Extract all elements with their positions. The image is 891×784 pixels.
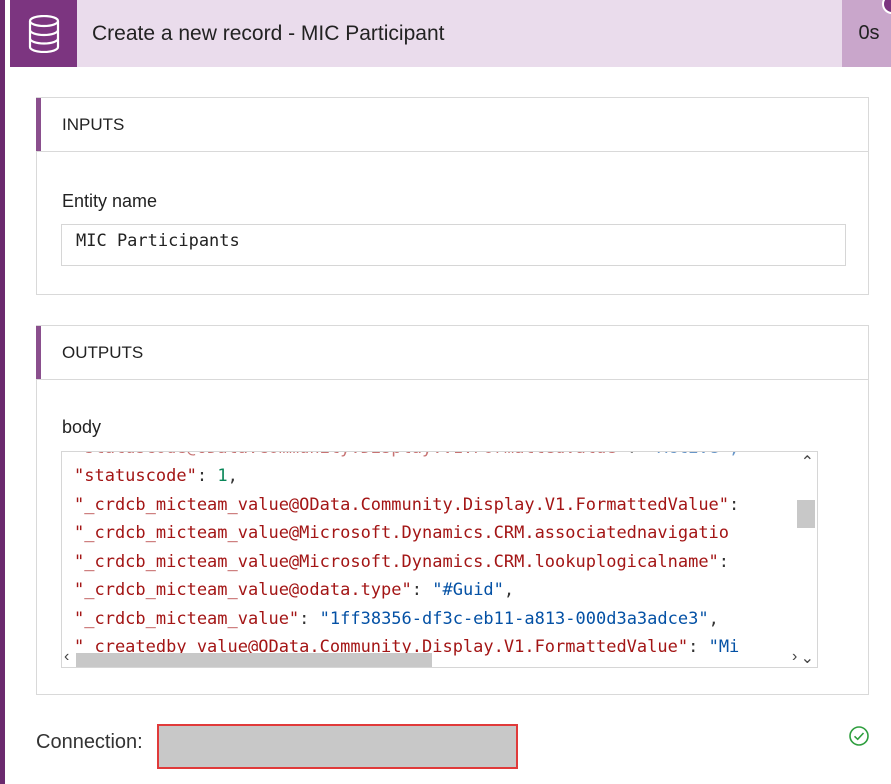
json-value: "Active", <box>647 452 739 458</box>
inputs-panel: INPUTS Entity name MIC Participants <box>36 97 869 295</box>
body-code-viewer[interactable]: "statuscode@OData.Community.Display.V1.F… <box>61 451 818 668</box>
scroll-left-icon[interactable]: ‹ <box>64 648 69 666</box>
connection-value-redacted[interactable] <box>157 724 518 769</box>
body-code-line: "_crdcb_micteam_value@Microsoft.Dynamics… <box>74 523 729 543</box>
json-key: "_crdcb_micteam_value@Microsoft.Dynamics… <box>74 523 730 543</box>
json-key: "_crdcb_micteam_value@OData.Community.Di… <box>74 495 730 515</box>
json-separator: : <box>718 552 730 572</box>
json-value: "Mi <box>708 637 740 657</box>
body-code-line: "statuscode": 1, <box>74 466 238 486</box>
json-separator: : <box>196 466 218 486</box>
action-header[interactable]: Create a new record - MIC Participant 0s <box>10 0 891 67</box>
vertical-scroll-thumb[interactable] <box>797 500 815 528</box>
inputs-title: INPUTS <box>62 115 125 134</box>
json-key: "_crdcb_micteam_value@Microsoft.Dynamics… <box>74 552 719 572</box>
body-code-line: "_crdcb_micteam_value@OData.Community.Di… <box>74 495 739 515</box>
json-separator: : <box>411 580 433 600</box>
json-key: "_crdcb_micteam_value@odata.type" <box>74 580 412 600</box>
body-code-line: "statuscode@OData.Community.Display.V1.F… <box>74 452 739 458</box>
outputs-panel: OUTPUTS body "statuscode@OData.Community… <box>36 325 869 695</box>
scroll-right-icon[interactable]: › <box>792 648 797 666</box>
json-separator: : <box>299 609 320 629</box>
action-card: Create a new record - MIC Participant 0s… <box>0 0 891 784</box>
json-key: "statuscode@OData.Community.Display.V1.F… <box>74 452 627 458</box>
json-value: "#Guid" <box>432 580 504 600</box>
inputs-header: INPUTS <box>36 98 868 152</box>
json-punctuation: , <box>227 466 238 486</box>
json-separator: : <box>627 452 647 458</box>
json-value: 1 <box>217 466 228 486</box>
json-key: "statuscode" <box>74 466 197 486</box>
database-icon <box>28 14 59 53</box>
outputs-title: OUTPUTS <box>62 343 144 362</box>
body-label: body <box>62 417 102 437</box>
json-value: "1ff38356-df3c-eb11-a813-000d3a3adce3" <box>319 609 709 629</box>
json-separator: : <box>729 495 740 515</box>
horizontal-scroll-thumb[interactable] <box>76 653 432 667</box>
entity-name-label: Entity name <box>62 191 158 211</box>
action-title: Create a new record - MIC Participant <box>92 22 445 45</box>
body-code-line: "_crdcb_micteam_value@Microsoft.Dynamics… <box>74 552 729 572</box>
section-accent <box>36 326 41 379</box>
json-punctuation: , <box>503 580 515 600</box>
json-punctuation: , <box>708 609 719 629</box>
outputs-header: OUTPUTS <box>36 326 868 380</box>
entity-name-value: MIC Participants <box>76 231 240 251</box>
connection-label: Connection: <box>36 731 143 753</box>
vertical-scrollbar[interactable]: ⌃ ⌄ <box>797 452 817 667</box>
body-code-line: "_crdcb_micteam_value@odata.type": "#Gui… <box>74 580 514 600</box>
section-accent <box>36 98 41 151</box>
body-code-line: "_crdcb_micteam_value": "1ff38356-df3c-e… <box>74 609 719 629</box>
scroll-down-icon[interactable]: ⌄ <box>801 648 814 667</box>
scroll-up-icon[interactable]: ⌃ <box>801 452 814 472</box>
action-icon-box <box>10 0 77 67</box>
check-circle-icon <box>849 726 869 746</box>
json-separator: : <box>688 637 709 657</box>
entity-name-field[interactable]: MIC Participants <box>61 224 846 266</box>
json-key: "_crdcb_micteam_value" <box>74 609 300 629</box>
